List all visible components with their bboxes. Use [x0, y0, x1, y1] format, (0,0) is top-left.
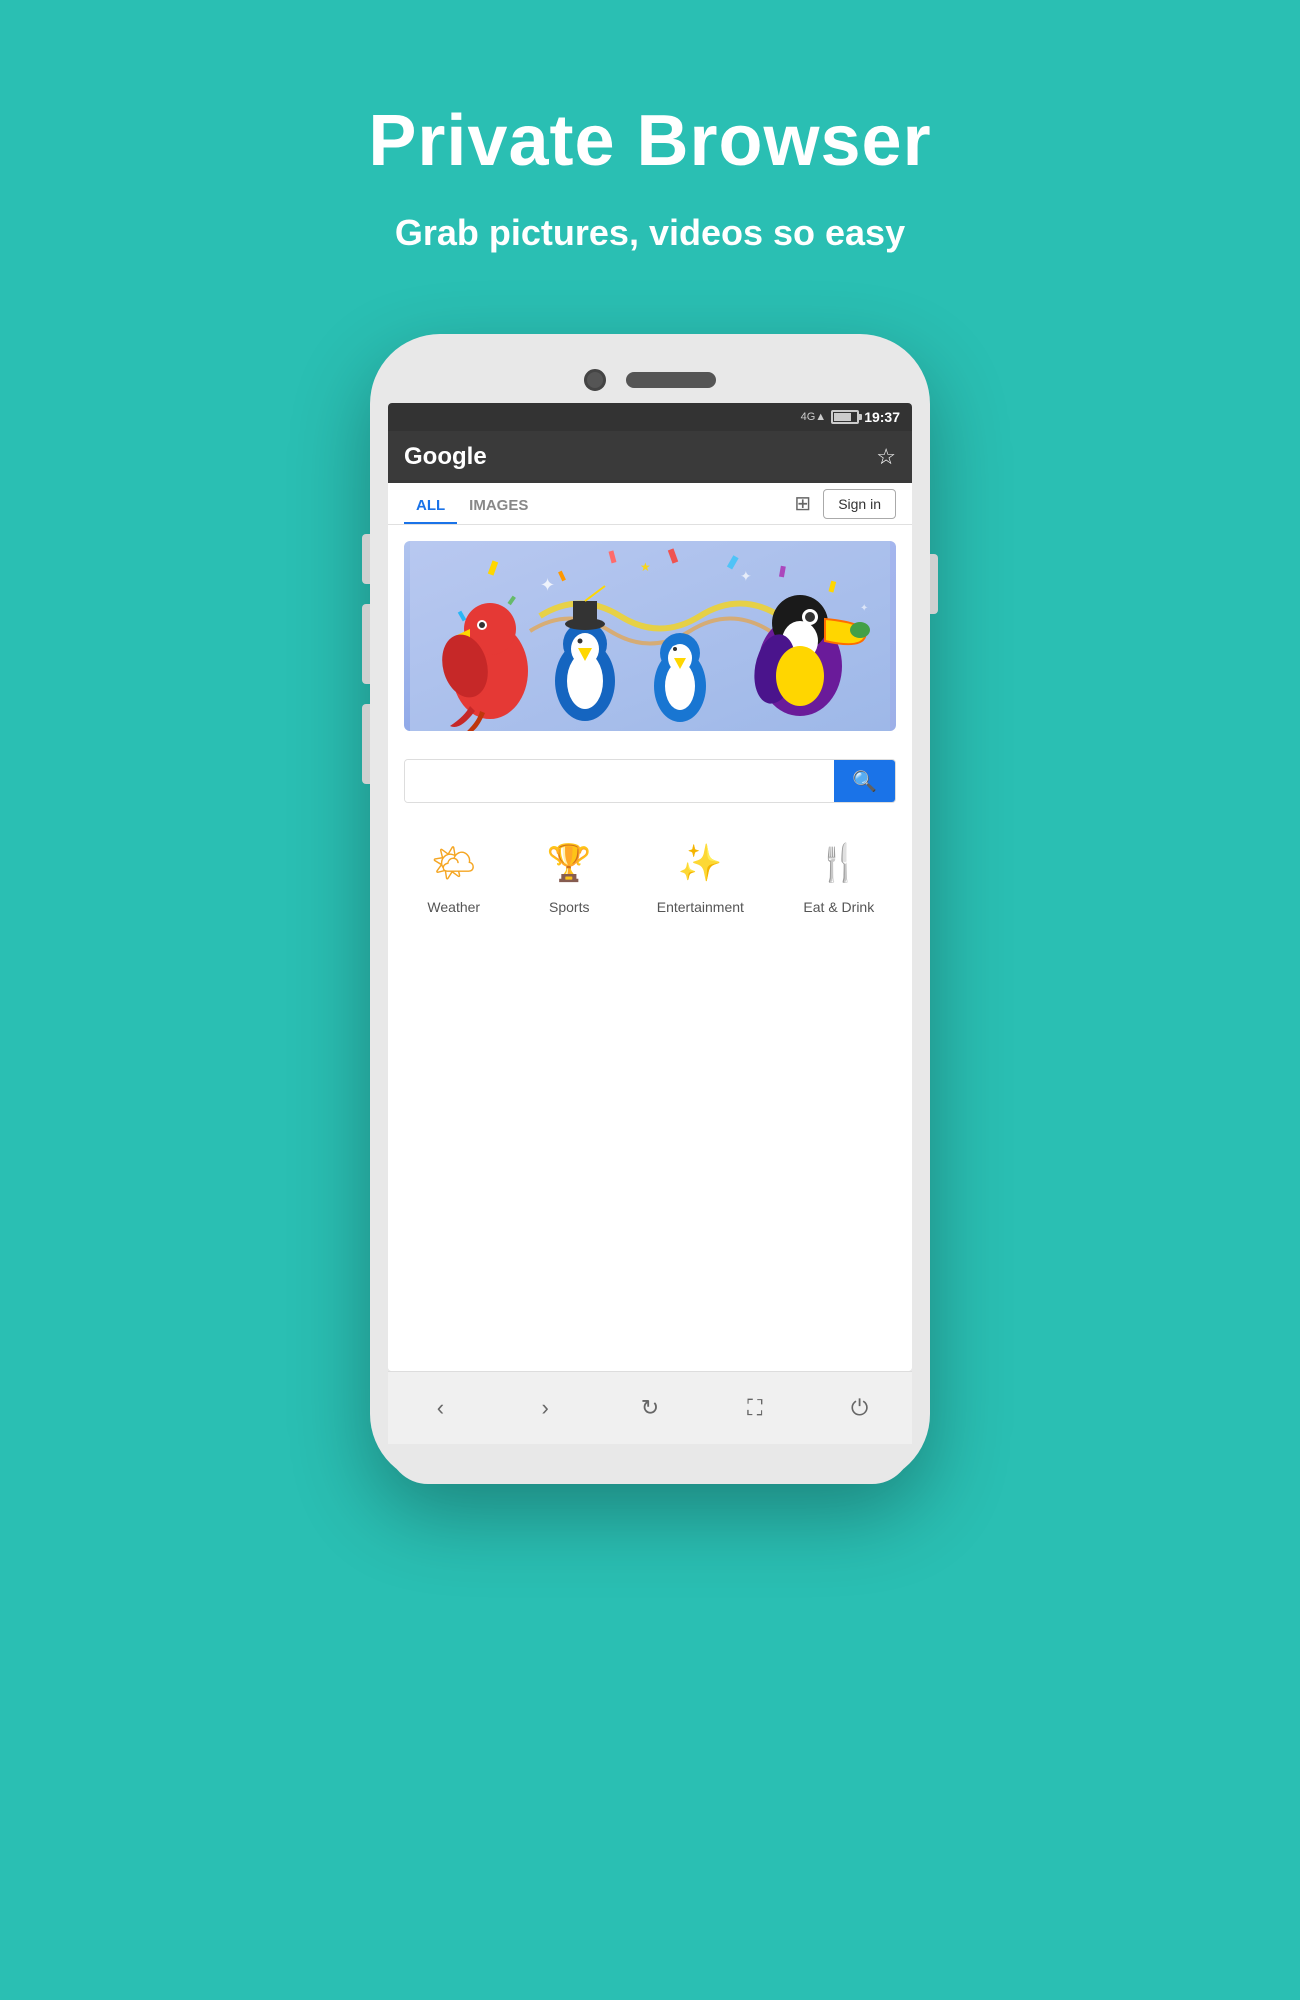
- search-bar: 🔍: [404, 759, 896, 803]
- phone-bottom-nav: ‹ › ↻ ⛶ ⏻: [388, 1371, 912, 1444]
- weather-icon: 🌤: [426, 835, 482, 891]
- signin-button[interactable]: Sign in: [823, 489, 896, 519]
- earpiece-speaker: [626, 372, 716, 388]
- camera-button: [362, 704, 370, 784]
- refresh-button[interactable]: ↻: [630, 1388, 670, 1428]
- volume-down-button: [362, 604, 370, 684]
- battery-fill: [834, 413, 851, 421]
- phone-screen: 4G▲ 19:37 Google ☆ ALL IMAGES ⊞ Sign in: [388, 403, 912, 1371]
- svg-text:✦: ✦: [860, 603, 868, 614]
- page-subtitle: Grab pictures, videos so easy: [395, 212, 905, 254]
- quick-links: 🌤 Weather 🏆 Sports ✨ Entertainment 🍴 Eat…: [388, 819, 912, 931]
- grid-view-button[interactable]: ⊞: [794, 491, 811, 516]
- weather-label: Weather: [427, 899, 480, 915]
- tabs-bar: ALL IMAGES ⊞ Sign in: [388, 483, 912, 525]
- search-input[interactable]: [405, 760, 834, 802]
- quick-link-weather[interactable]: 🌤 Weather: [426, 835, 482, 915]
- screen-content-area: [388, 931, 912, 1371]
- browser-title: Google: [404, 443, 487, 471]
- status-bar: 4G▲ 19:37: [388, 403, 912, 431]
- entertainment-label: Entertainment: [657, 899, 744, 915]
- time-display: 19:37: [864, 409, 900, 425]
- browser-header: Google ☆: [388, 431, 912, 483]
- svg-text:✦: ✦: [540, 575, 555, 595]
- sports-icon: 🏆: [541, 835, 597, 891]
- bookmark-star-button[interactable]: ☆: [876, 444, 896, 470]
- volume-up-button: [362, 534, 370, 584]
- status-icons: 4G▲ 19:37: [801, 409, 900, 425]
- search-area: 🔍: [388, 747, 912, 819]
- quick-link-entertainment[interactable]: ✨ Entertainment: [657, 835, 744, 915]
- svg-text:★: ★: [640, 560, 651, 574]
- fullscreen-button[interactable]: ⛶: [735, 1388, 775, 1428]
- food-label: Eat & Drink: [803, 899, 874, 915]
- quick-link-sports[interactable]: 🏆 Sports: [541, 835, 597, 915]
- phone-top-bar: [388, 354, 912, 403]
- phone-device: 4G▲ 19:37 Google ☆ ALL IMAGES ⊞ Sign in: [370, 334, 930, 1484]
- tab-images[interactable]: IMAGES: [457, 483, 540, 524]
- back-button[interactable]: ‹: [420, 1388, 460, 1428]
- entertainment-icon: ✨: [672, 835, 728, 891]
- forward-button[interactable]: ›: [525, 1388, 565, 1428]
- power-nav-button[interactable]: ⏻: [840, 1388, 880, 1428]
- battery-icon: [831, 410, 859, 424]
- power-button: [930, 554, 938, 614]
- svg-text:✦: ✦: [740, 568, 752, 584]
- phone-chin: [388, 1444, 912, 1484]
- doodle-area: ✦ ✦ ★ ✦: [388, 525, 912, 747]
- tab-all[interactable]: ALL: [404, 483, 457, 524]
- quick-link-food[interactable]: 🍴 Eat & Drink: [803, 835, 874, 915]
- page-title: Private Browser: [368, 100, 931, 182]
- search-button[interactable]: 🔍: [834, 760, 895, 802]
- sports-label: Sports: [549, 899, 589, 915]
- google-doodle: ✦ ✦ ★ ✦: [404, 541, 896, 731]
- signal-icon: 4G▲: [801, 411, 827, 423]
- front-camera: [584, 369, 606, 391]
- search-icon: 🔍: [852, 769, 877, 794]
- food-icon: 🍴: [811, 835, 867, 891]
